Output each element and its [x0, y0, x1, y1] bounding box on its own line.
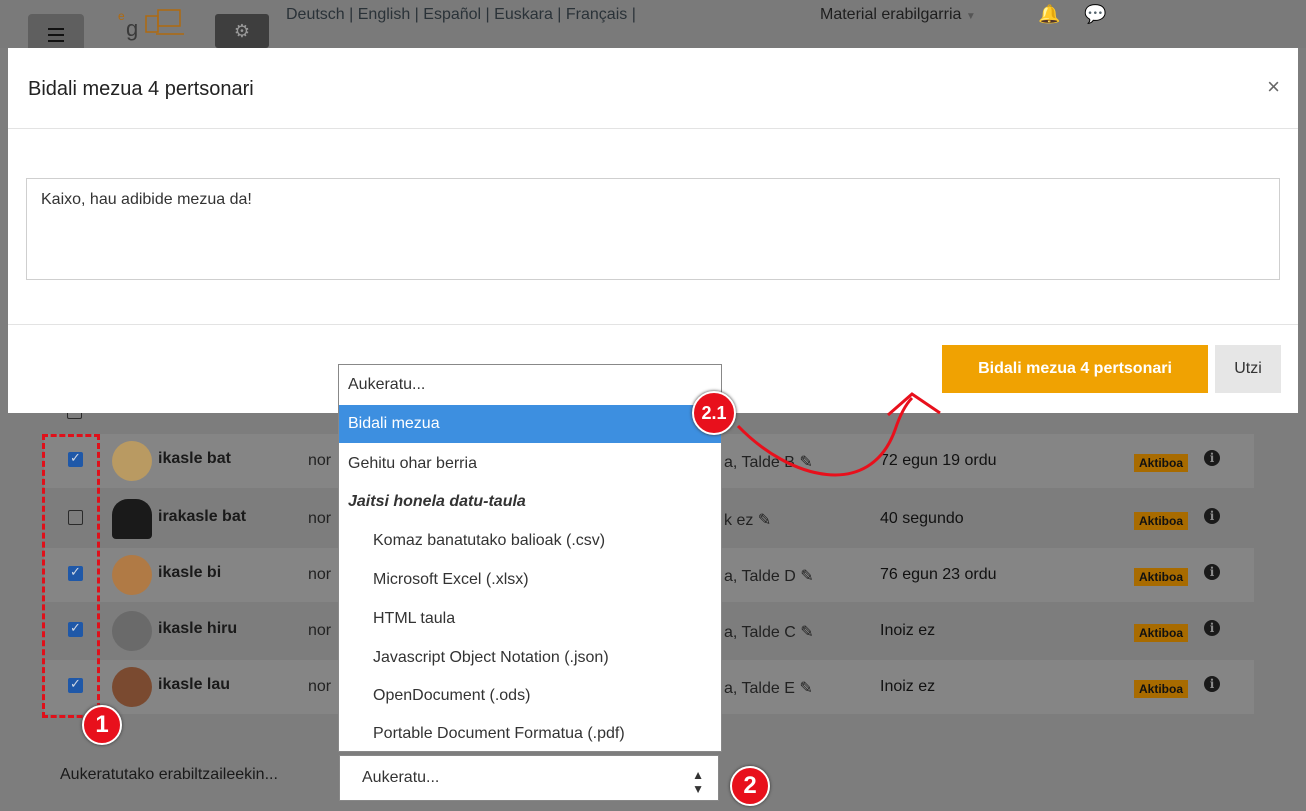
annotation-arrow — [736, 392, 941, 477]
